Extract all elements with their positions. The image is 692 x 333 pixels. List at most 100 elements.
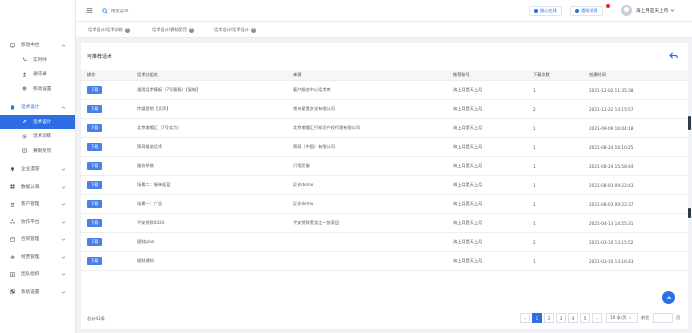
users-icon: [10, 202, 15, 207]
chat-icon: [534, 9, 538, 13]
sidebar-item[interactable]: 客户管理: [0, 197, 75, 212]
back-arrow-icon[interactable]: [669, 51, 678, 60]
sidebar-item-label: 话术设计: [33, 119, 52, 125]
chevron-down-icon: [629, 317, 632, 319]
download-button[interactable]: 下载: [87, 124, 102, 132]
table-cell: 拜耳推说话术: [137, 144, 163, 149]
page-number-button[interactable]: 4: [568, 313, 578, 323]
table-cell: 服务举措: [137, 163, 154, 168]
download-button[interactable]: 下载: [87, 162, 102, 170]
sidebar-item[interactable]: 系统设置: [0, 285, 75, 300]
page-number-button[interactable]: 1: [532, 313, 542, 323]
next-page-button[interactable]: ›: [592, 313, 602, 323]
sidebar-item[interactable]: 协作平台: [0, 215, 75, 230]
sidebar-item[interactable]: 话术设计: [0, 100, 75, 115]
sidebar-item[interactable]: 合同管理: [0, 232, 75, 247]
chevron-up-icon: [61, 44, 66, 47]
sidebar-item[interactable]: 移动设置: [0, 82, 75, 97]
script-table: 操作 话术分组名 来源 推荐账号 下载次数 创建时间 下载 通用话术模板（7号客服…: [81, 70, 688, 271]
column-header: 操作: [87, 72, 96, 77]
sidebar-item-label: 客户管理: [21, 202, 40, 208]
tab-design[interactable]: 话术设计/话术设计 ×: [214, 25, 256, 35]
chart-icon: [10, 254, 15, 259]
tab-training[interactable]: 话术设计/话术训练 ×: [88, 25, 130, 35]
prev-page-button[interactable]: ‹: [520, 313, 530, 323]
page-jump-input[interactable]: [653, 313, 673, 323]
table-cell: 2021-04-13 14:55:31: [589, 220, 634, 226]
chevron-down-icon: [61, 168, 66, 171]
back-to-top-button[interactable]: [662, 291, 675, 304]
download-button[interactable]: 下载: [87, 200, 102, 208]
total-count: 总计43条: [87, 316, 105, 321]
grid-icon: [10, 184, 15, 189]
table-row: 下载 服务举措 只用民服 海上月是天上月 1 2021-08-24 15:58:44: [81, 157, 688, 176]
table-cell: 1: [533, 201, 536, 207]
table-cell: 2021-09-09 16:04:18: [589, 125, 634, 131]
download-button[interactable]: 下载: [87, 86, 102, 94]
table-cell: 海上月是天上月: [453, 106, 483, 111]
scrollbar-thumb[interactable]: [688, 208, 691, 218]
team-icon: [10, 272, 15, 277]
sidebar-item-label: 话术训练: [33, 134, 52, 140]
arrow-up-icon: [666, 295, 671, 299]
table-cell: 2021-03-10 13:15:52: [589, 239, 634, 245]
page-size-select[interactable]: 10 条/页: [606, 313, 638, 323]
download-button[interactable]: 下载: [87, 143, 102, 151]
column-header: 来源: [293, 72, 302, 77]
sidebar-item-label: 团队组织: [21, 272, 40, 278]
chevron-down-icon: [61, 221, 66, 224]
table-cell: 通用话术模板（7号客服）【复制】: [137, 87, 201, 92]
list-icon: [22, 148, 27, 153]
download-button[interactable]: 下载: [87, 181, 102, 189]
page-number-button[interactable]: 5: [580, 313, 590, 323]
sidebar-item[interactable]: 数据公海: [0, 180, 75, 195]
page-number-button[interactable]: 3: [556, 313, 566, 323]
sidebar-item[interactable]: 移动中台: [0, 38, 75, 53]
menu-toggle-icon[interactable]: [86, 7, 93, 14]
notice-button[interactable]: 通知消息: [570, 6, 603, 16]
sidebar-item[interactable]: 话术设计: [0, 114, 75, 129]
column-header: 创建时间: [589, 72, 606, 77]
chevron-down-icon: [61, 291, 66, 294]
page-number-button[interactable]: 2: [544, 313, 554, 323]
tab-bar: 话术设计/话术训练 × 话术设计/赛制奖罚 × 话术设计/话术设计 ×: [76, 22, 692, 38]
download-button[interactable]: 下载: [87, 105, 102, 113]
phone-icon: [22, 57, 27, 62]
column-header: 话术分组名: [137, 72, 158, 77]
sidebar-item[interactable]: 赛制奖罚: [0, 144, 75, 159]
table-cell: 2021-03-10 13:16:43: [589, 258, 634, 264]
sidebar-item-label: 企业漫游: [21, 167, 40, 173]
target-icon: [22, 134, 27, 139]
table-cell: 北京诸帽汇行知识产权代理有限公司: [293, 125, 361, 130]
sidebar-item[interactable]: 实时呼: [0, 53, 75, 68]
sidebar-item[interactable]: 经营管理: [0, 250, 75, 265]
sidebar-item[interactable]: 企业漫游: [0, 162, 75, 177]
chevron-down-icon: [670, 9, 675, 12]
close-icon[interactable]: ×: [188, 27, 194, 33]
table-cell: 海上月是天上月: [453, 239, 483, 244]
table-cell: 北京诸帽汇（7号实力）: [137, 125, 182, 130]
sidebar-item[interactable]: 通讯录: [0, 67, 75, 82]
chevron-down-icon: [61, 256, 66, 259]
doc-icon: [10, 105, 15, 110]
download-button[interactable]: 下载: [87, 219, 102, 227]
user-menu[interactable]: 海上月是天上月: [621, 5, 675, 16]
sidebar-item[interactable]: 话术训练: [0, 129, 75, 144]
sidebar-item[interactable]: 团队组织: [0, 267, 75, 282]
table-cell: 2021-08-03 09:22:37: [589, 201, 634, 207]
download-button[interactable]: 下载: [87, 238, 102, 246]
download-button[interactable]: 下载: [87, 257, 102, 265]
scrollbar-thumb[interactable]: [688, 116, 691, 130]
table-cell: 1: [533, 220, 536, 226]
table-cell: 传媒营销【文声】: [137, 106, 171, 111]
tab-rewards[interactable]: 话术设计/赛制奖罚 ×: [152, 25, 194, 35]
table-cell: 反诈demo: [293, 201, 314, 206]
sidebar-item-label: 系统设置: [21, 289, 40, 295]
search-box[interactable]: [102, 6, 146, 16]
sidebar-item-label: 合同管理: [21, 237, 40, 243]
contact-button[interactable]: 微心在线: [529, 6, 562, 16]
page-title: 可推荐话术: [87, 54, 113, 60]
close-icon[interactable]: ×: [250, 27, 256, 33]
close-icon[interactable]: ×: [124, 27, 130, 33]
search-input[interactable]: [111, 8, 143, 14]
